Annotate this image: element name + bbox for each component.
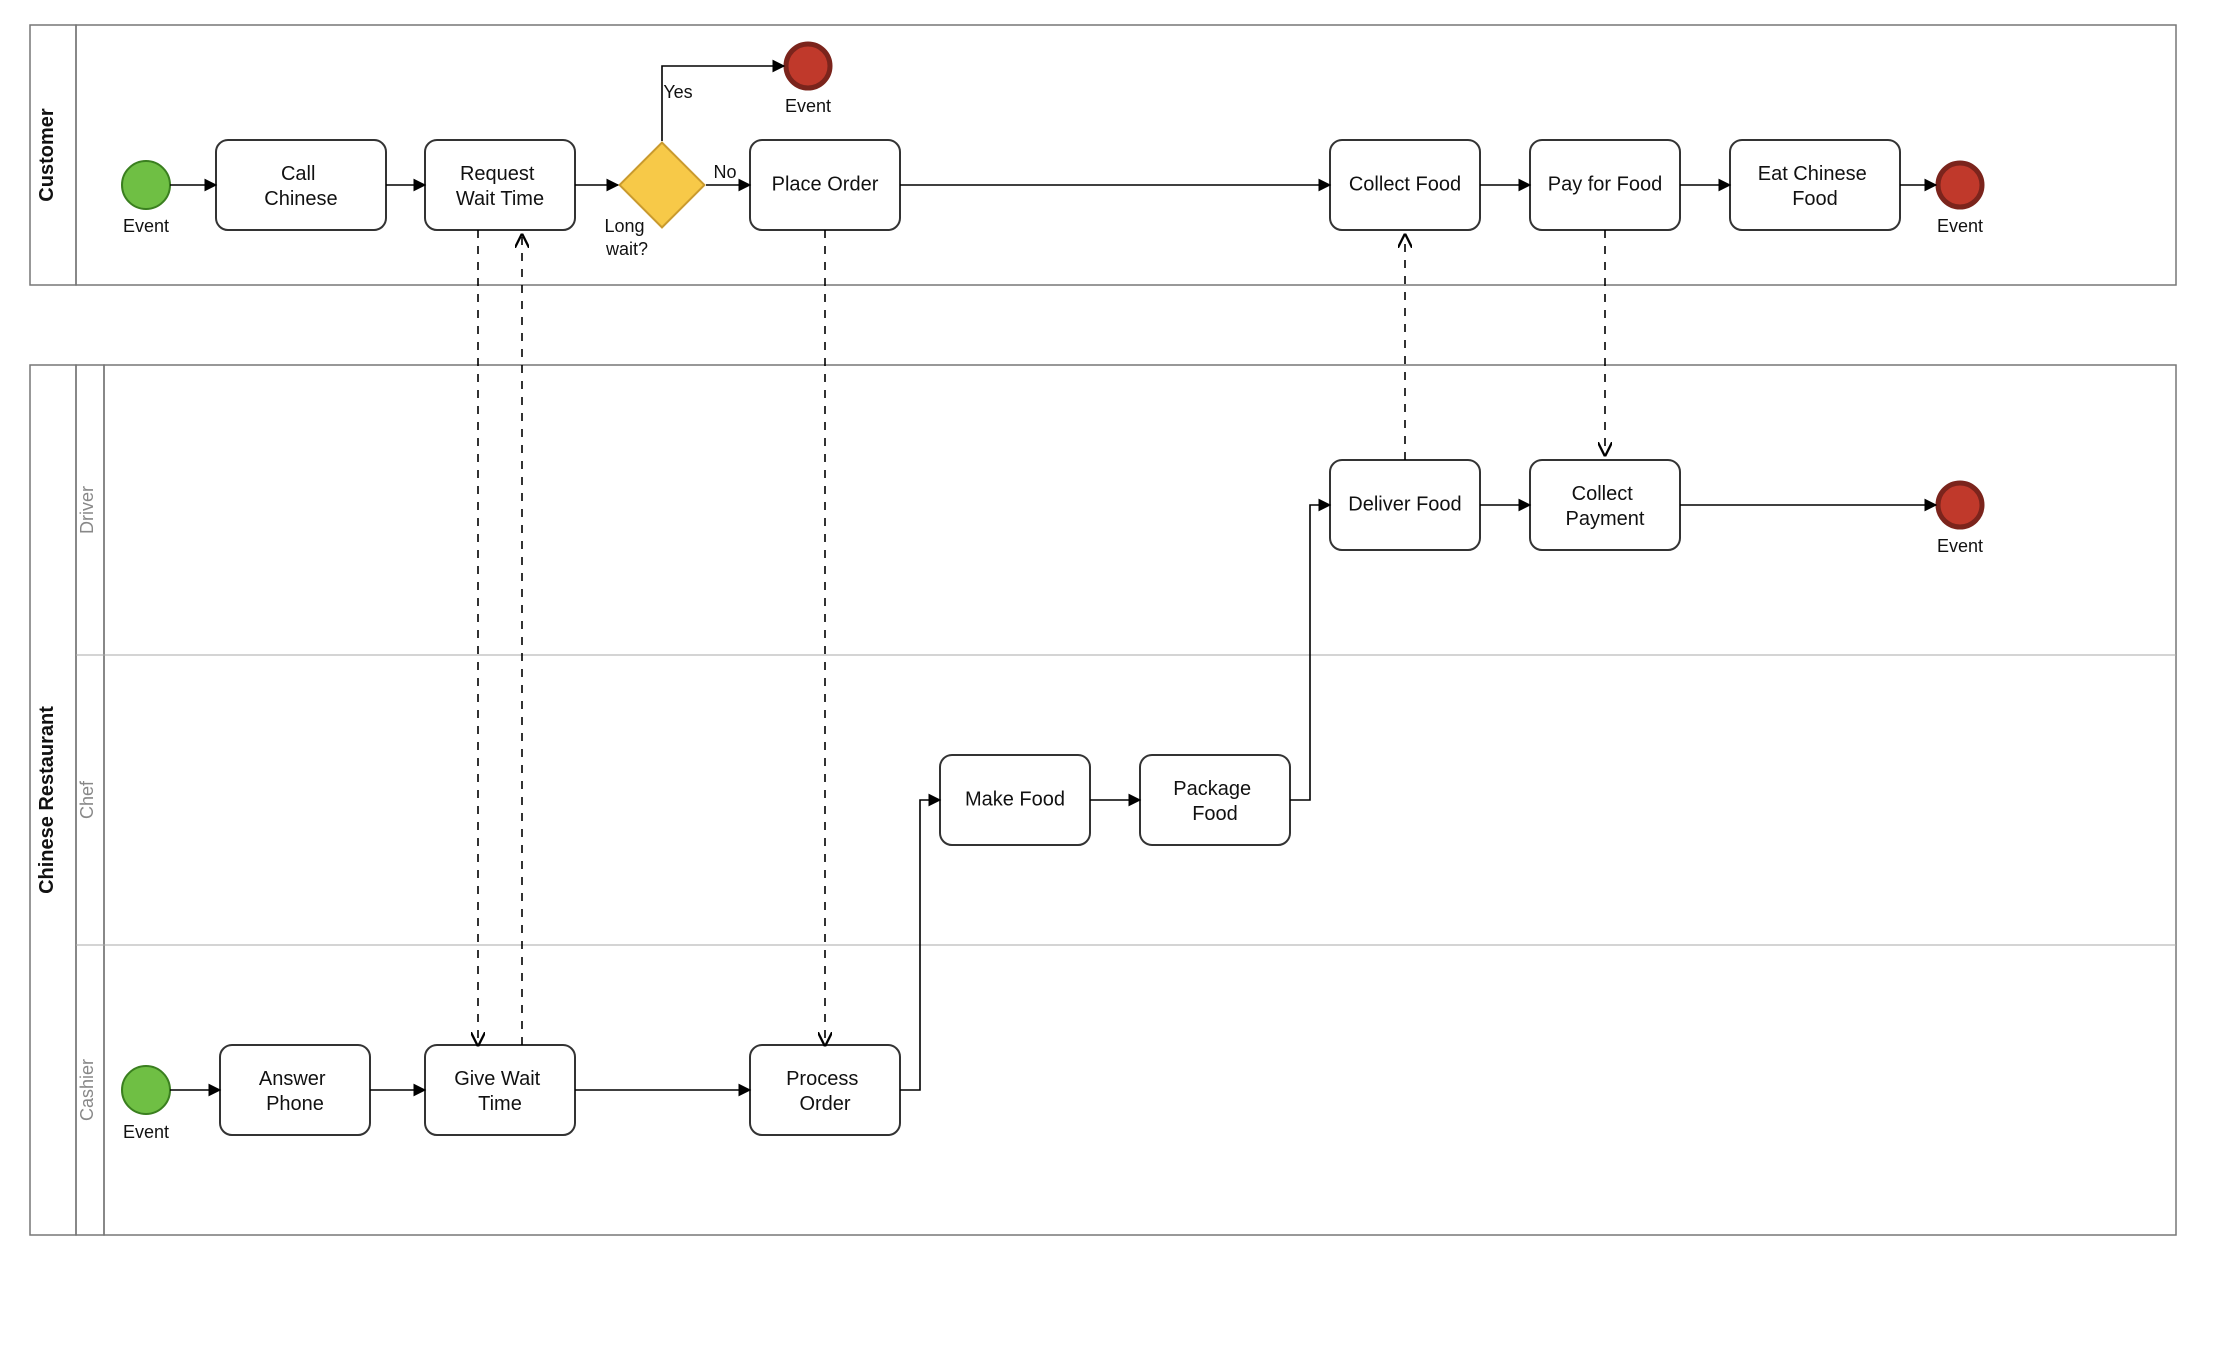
task-make-food-label: Make Food — [965, 788, 1065, 810]
lane-label-cashier: Cashier — [77, 1059, 97, 1121]
start-event-cashier-label: Event — [123, 1122, 169, 1142]
lane-label-chef: Chef — [77, 780, 97, 819]
start-event-customer-label: Event — [123, 216, 169, 236]
gateway-long-wait[interactable] — [620, 143, 705, 228]
seq-gateway-no-label: No — [713, 162, 736, 182]
end-event-customer[interactable] — [1938, 163, 1982, 207]
start-event-customer[interactable] — [122, 161, 170, 209]
pool-label-customer: Customer — [36, 108, 58, 202]
task-place-order-label: Place Order — [772, 173, 879, 195]
end-event-driver-label: Event — [1937, 536, 1983, 556]
seq-gateway-yes — [662, 66, 784, 141]
task-deliver-food-label: Deliver Food — [1348, 493, 1461, 515]
task-collect-food-label: Collect Food — [1349, 173, 1461, 195]
end-event-abort-label: Event — [785, 96, 831, 116]
start-event-cashier[interactable] — [122, 1066, 170, 1114]
bpmn-canvas: Customer Event Call Chinese Request Wait… — [0, 0, 2214, 1371]
end-event-driver[interactable] — [1938, 483, 1982, 527]
end-event-customer-label: Event — [1937, 216, 1983, 236]
seq-package-deliver — [1290, 505, 1330, 800]
end-event-abort[interactable] — [786, 44, 830, 88]
task-pay-food-label: Pay for Food — [1548, 173, 1663, 195]
pool-label-restaurant: Chinese Restaurant — [36, 706, 58, 894]
gateway-long-wait-label: Long wait? — [604, 216, 649, 259]
lane-label-driver: Driver — [77, 486, 97, 534]
seq-gateway-yes-label: Yes — [663, 82, 692, 102]
